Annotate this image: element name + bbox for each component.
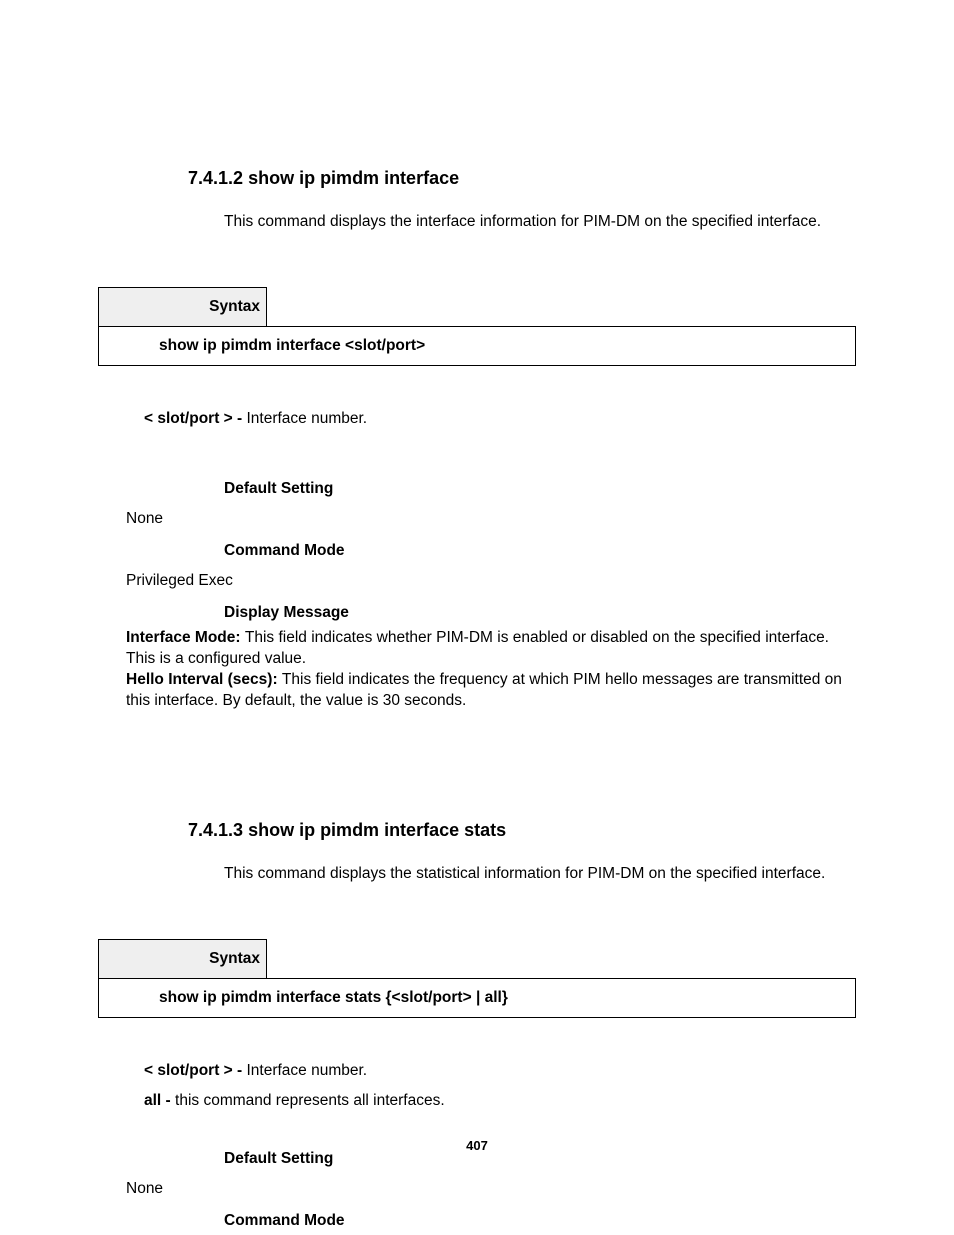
display-field-2: Hello Interval (secs): This field indica… [126,670,856,712]
syntax-blank [267,288,856,327]
syntax-body-2: show ip pimdm interface stats {<slot/por… [99,978,856,1017]
display-field-1: Interface Mode: This field indicates whe… [126,628,856,670]
section-number: 7.4.1.2 [188,168,243,188]
field1-label: Interface Mode: [126,629,245,646]
param1-desc: Interface number. [246,1062,367,1079]
syntax-table-2: Syntax show ip pimdm interface stats {<s… [98,939,856,1018]
syntax-body-1: show ip pimdm interface <slot/port> [99,327,856,366]
command-mode-label-1: Command Mode [224,542,856,560]
section-heading-2: 7.4.1.3 show ip pimdm interface stats [188,820,856,841]
section-number-2: 7.4.1.3 [188,820,243,840]
page-number: 407 [0,1138,954,1153]
param-block-1: < slot/port > - Interface number. [144,410,856,428]
syntax-blank-2 [267,939,856,978]
param1-label: < slot/port > - [144,1062,246,1079]
syntax-table-1: Syntax show ip pimdm interface <slot/por… [98,287,856,366]
default-setting-value-1: None [126,510,856,528]
param-desc: Interface number. [246,410,367,427]
param2-label: all - [144,1092,175,1109]
command-mode-value-1: Privileged Exec [126,572,856,590]
param2-desc: this command represents all interfaces. [175,1092,445,1109]
field2-label: Hello Interval (secs): [126,671,282,688]
command-mode-label-2: Command Mode [224,1212,856,1230]
section-heading-1: 7.4.1.2 show ip pimdm interface [188,168,856,189]
param-block-2: < slot/port > - Interface number. all - … [144,1062,856,1110]
section-intro-1: This command displays the interface info… [224,213,856,231]
param-label: < slot/port > - [144,410,246,427]
default-setting-value-2: None [126,1180,856,1198]
default-setting-label-1: Default Setting [224,480,856,498]
display-message-label: Display Message [224,604,856,622]
section-title: show ip pimdm interface [248,168,459,188]
section-intro-2: This command displays the statistical in… [224,865,856,883]
section-title-2: show ip pimdm interface stats [248,820,506,840]
syntax-label: Syntax [99,288,267,327]
syntax-label-2: Syntax [99,939,267,978]
